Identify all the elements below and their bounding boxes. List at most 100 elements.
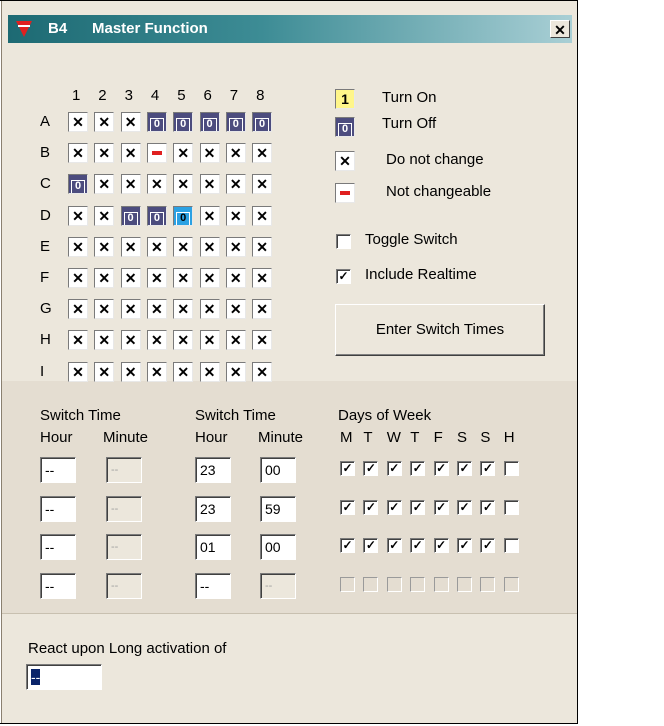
switch-time-2-minute-input[interactable]: -- bbox=[260, 572, 296, 599]
grid-cell[interactable]: ✕ bbox=[199, 299, 220, 320]
grid-cell[interactable]: 0 bbox=[252, 112, 273, 132]
day-checkbox[interactable] bbox=[503, 461, 519, 476]
switch-time-2-hour-input[interactable]: -- bbox=[195, 572, 231, 599]
day-checkbox[interactable]: ✓ bbox=[386, 499, 402, 515]
switch-time-1-hour-input[interactable]: -- bbox=[40, 572, 76, 599]
grid-cell[interactable]: 0 bbox=[68, 174, 88, 195]
grid-cell[interactable]: ✕ bbox=[252, 174, 273, 195]
grid-cell[interactable]: ✕ bbox=[120, 299, 141, 320]
grid-cell[interactable]: 0 bbox=[120, 205, 141, 226]
switch-time-2-hour-input[interactable]: 23 bbox=[195, 495, 231, 522]
grid-cell[interactable]: ✕ bbox=[225, 268, 246, 288]
grid-cell[interactable]: ✕ bbox=[199, 361, 220, 382]
grid-cell[interactable]: ✕ bbox=[173, 299, 194, 320]
day-checkbox[interactable]: ✓ bbox=[457, 538, 472, 553]
switch-time-1-hour-input[interactable]: -- bbox=[40, 495, 76, 522]
grid-cell[interactable]: ✕ bbox=[68, 143, 88, 164]
switch-time-1-minute-input[interactable]: -- bbox=[106, 457, 142, 483]
grid-cell[interactable]: ✕ bbox=[94, 268, 115, 288]
grid-cell[interactable]: ✕ bbox=[68, 112, 88, 132]
day-checkbox[interactable]: ✓ bbox=[410, 461, 426, 476]
grid-cell[interactable]: ✕ bbox=[252, 268, 273, 288]
close-button[interactable]: ✕ bbox=[550, 20, 570, 38]
day-checkbox[interactable]: ✓ bbox=[433, 499, 449, 515]
day-checkbox[interactable]: ✓ bbox=[363, 499, 379, 515]
grid-cell[interactable]: ✕ bbox=[225, 236, 246, 257]
day-checkbox[interactable] bbox=[480, 576, 496, 592]
grid-cell[interactable]: ✕ bbox=[225, 205, 246, 226]
day-checkbox[interactable] bbox=[503, 499, 519, 515]
day-checkbox[interactable] bbox=[503, 538, 519, 553]
switch-time-2-minute-input[interactable]: 00 bbox=[260, 457, 296, 483]
day-checkbox[interactable]: ✓ bbox=[457, 461, 472, 476]
grid-cell[interactable]: ✕ bbox=[146, 299, 167, 320]
include-realtime-checkbox[interactable]: ✓ bbox=[336, 269, 351, 284]
day-checkbox[interactable] bbox=[457, 576, 472, 592]
day-checkbox[interactable]: ✓ bbox=[386, 538, 402, 553]
day-checkbox[interactable]: ✓ bbox=[340, 538, 355, 553]
switch-time-2-minute-input[interactable]: 59 bbox=[260, 495, 296, 522]
grid-cell[interactable]: ✕ bbox=[94, 143, 115, 164]
grid-cell[interactable]: ✕ bbox=[94, 112, 115, 132]
day-checkbox[interactable] bbox=[503, 576, 519, 592]
day-checkbox[interactable]: ✓ bbox=[386, 461, 402, 476]
day-checkbox[interactable] bbox=[363, 576, 379, 592]
day-checkbox[interactable]: ✓ bbox=[457, 499, 472, 515]
grid-cell[interactable]: ✕ bbox=[146, 236, 167, 257]
grid-cell[interactable]: ✕ bbox=[252, 361, 273, 382]
grid-cell[interactable]: ✕ bbox=[225, 143, 246, 164]
switch-time-1-minute-input[interactable]: -- bbox=[106, 534, 142, 560]
day-checkbox[interactable]: ✓ bbox=[340, 499, 355, 515]
switch-time-2-hour-input[interactable]: 01 bbox=[195, 534, 231, 560]
day-checkbox[interactable]: ✓ bbox=[480, 538, 496, 553]
grid-cell[interactable]: ✕ bbox=[94, 205, 115, 226]
grid-cell[interactable]: ✕ bbox=[199, 143, 220, 164]
grid-cell[interactable]: 0 bbox=[225, 112, 246, 132]
grid-cell[interactable]: ✕ bbox=[199, 174, 220, 195]
grid-cell[interactable]: ✕ bbox=[225, 330, 246, 351]
grid-cell[interactable]: ✕ bbox=[120, 112, 141, 132]
day-checkbox[interactable]: ✓ bbox=[410, 538, 426, 553]
switch-time-1-minute-input[interactable]: -- bbox=[106, 495, 142, 522]
grid-cell[interactable]: ✕ bbox=[68, 268, 88, 288]
grid-cell[interactable]: ✕ bbox=[68, 330, 88, 351]
grid-cell[interactable]: ✕ bbox=[199, 330, 220, 351]
grid-cell[interactable]: ✕ bbox=[120, 174, 141, 195]
grid-cell[interactable]: ✕ bbox=[146, 361, 167, 382]
switch-time-2-minute-input[interactable]: 00 bbox=[260, 534, 296, 560]
grid-cell[interactable]: ✕ bbox=[120, 236, 141, 257]
grid-cell[interactable]: ✕ bbox=[199, 205, 220, 226]
grid-cell[interactable]: ✕ bbox=[173, 330, 194, 351]
day-checkbox[interactable]: ✓ bbox=[363, 461, 379, 476]
grid-cell[interactable]: ✕ bbox=[120, 268, 141, 288]
day-checkbox[interactable]: ✓ bbox=[410, 499, 426, 515]
grid-cell[interactable]: ✕ bbox=[94, 299, 115, 320]
grid-cell[interactable]: ✕ bbox=[146, 330, 167, 351]
day-checkbox[interactable] bbox=[386, 576, 402, 592]
grid-cell[interactable]: ✕ bbox=[173, 143, 194, 164]
grid-cell[interactable]: ✕ bbox=[173, 268, 194, 288]
grid-cell[interactable]: ✕ bbox=[68, 236, 88, 257]
grid-cell[interactable]: ✕ bbox=[120, 143, 141, 164]
grid-cell[interactable]: ✕ bbox=[199, 268, 220, 288]
grid-cell[interactable]: 0 bbox=[146, 205, 167, 226]
grid-cell[interactable]: ✕ bbox=[68, 299, 88, 320]
day-checkbox[interactable]: ✓ bbox=[433, 538, 449, 553]
switch-time-2-hour-input[interactable]: 23 bbox=[195, 457, 231, 483]
enter-switch-times-button[interactable]: Enter Switch Times bbox=[335, 304, 545, 356]
title-bar[interactable]: B4 Master Function ✕ bbox=[8, 15, 572, 43]
day-checkbox[interactable] bbox=[433, 576, 449, 592]
grid-cell[interactable]: ✕ bbox=[225, 299, 246, 320]
grid-cell[interactable]: ✕ bbox=[120, 361, 141, 382]
switch-time-1-hour-input[interactable]: -- bbox=[40, 457, 76, 483]
grid-cell[interactable]: ✕ bbox=[68, 361, 88, 382]
grid-cell[interactable]: 0 bbox=[199, 112, 220, 132]
grid-cell[interactable]: ✕ bbox=[252, 236, 273, 257]
grid-cell[interactable]: ✕ bbox=[94, 361, 115, 382]
grid-cell[interactable]: 0 bbox=[173, 205, 194, 226]
grid-cell[interactable]: ✕ bbox=[94, 330, 115, 351]
grid-cell[interactable]: ✕ bbox=[173, 236, 194, 257]
grid-cell[interactable]: ✕ bbox=[173, 174, 194, 195]
switch-time-1-hour-input[interactable]: -- bbox=[40, 534, 76, 560]
long-activation-input[interactable]: -- bbox=[26, 664, 102, 690]
